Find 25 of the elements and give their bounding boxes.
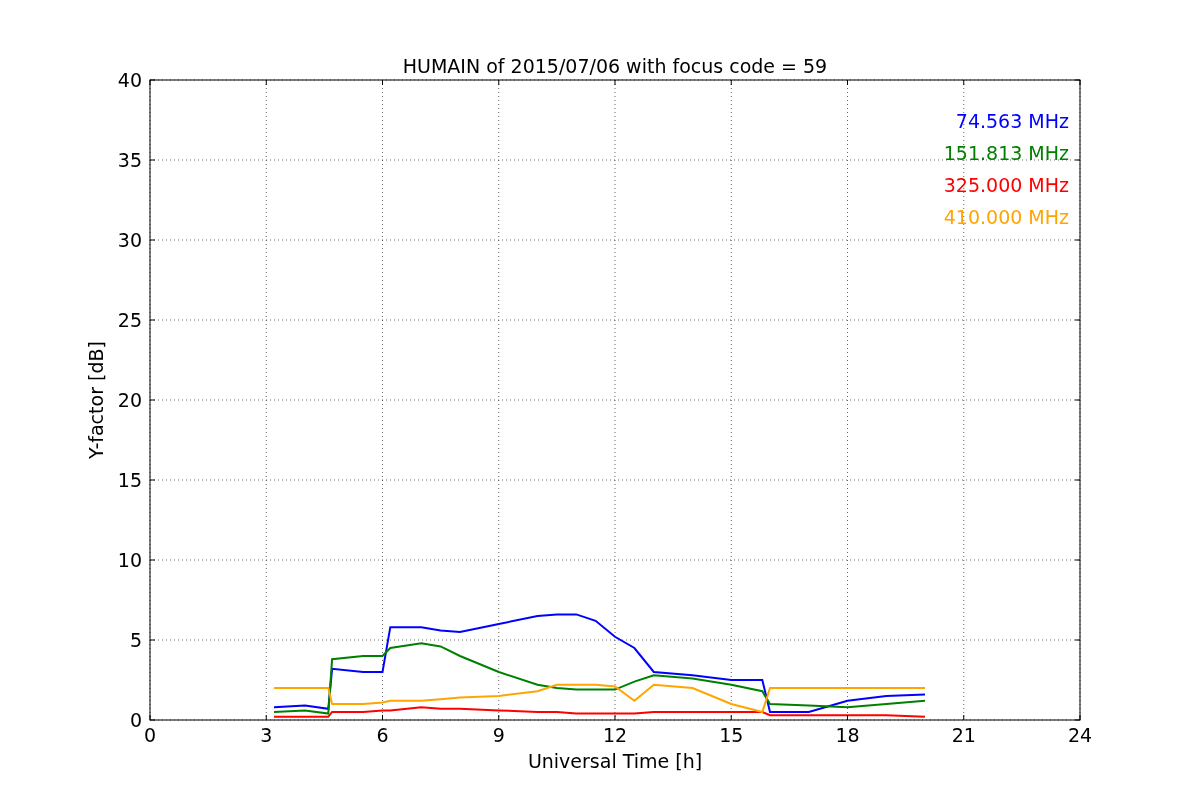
tick-label: 30 [117, 229, 142, 251]
tick-label: 24 [1067, 724, 1093, 746]
legend-label: 325.000 MHz [943, 174, 1069, 196]
tick-label: 0 [129, 709, 142, 731]
tick-label: 3 [260, 724, 273, 746]
tick-label: 35 [117, 149, 142, 171]
tick-label: 5 [129, 629, 142, 651]
chart-title: HUMAIN of 2015/07/06 with focus code = 59 [402, 55, 828, 77]
tick-label: 6 [376, 724, 389, 746]
tick-label: 12 [602, 724, 628, 746]
tick-label: 40 [117, 69, 142, 91]
x-axis-label: Universal Time [h] [527, 750, 703, 772]
tick-label: 21 [951, 724, 976, 746]
y-axis-label: Y-factor [dB] [85, 341, 107, 459]
tick-label: 9 [492, 724, 505, 746]
tick-label: 25 [117, 309, 142, 331]
legend-label: 151.813 MHz [943, 142, 1069, 164]
tick-label: 0 [143, 724, 157, 746]
legend-label: 74.563 MHz [955, 110, 1069, 132]
tick-label: 15 [719, 724, 744, 746]
tick-label: 15 [117, 469, 142, 491]
legend-label: 410.000 MHz [943, 206, 1069, 228]
tick-label: 18 [835, 724, 860, 746]
tick-label: 20 [117, 389, 142, 411]
tick-label: 10 [117, 549, 142, 571]
